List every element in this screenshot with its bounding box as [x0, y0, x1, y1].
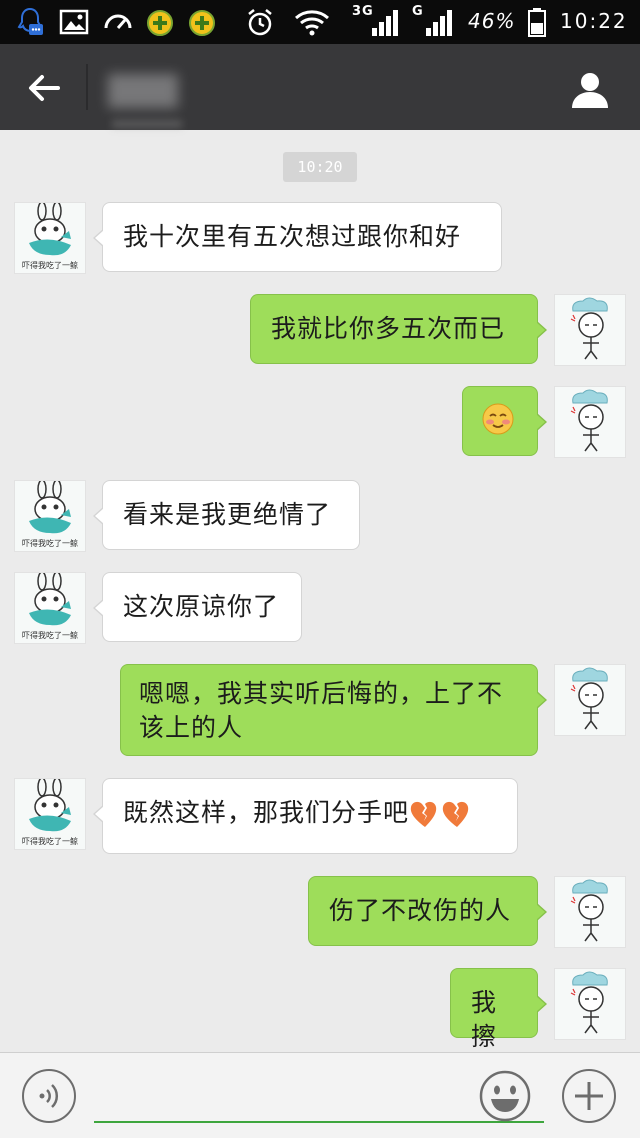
title-bar	[0, 44, 640, 130]
broken-heart-icon	[410, 801, 437, 827]
my-avatar[interactable]	[554, 294, 626, 366]
app-plus-icon-2	[189, 10, 215, 36]
contact-avatar[interactable]: 吓得我吃了一鲸	[14, 201, 86, 274]
message-bubble-incoming[interactable]: 我十次里有五次想过跟你和好	[93, 202, 502, 272]
my-avatar[interactable]	[554, 876, 626, 948]
message-text: 既然这样，那我们分手吧	[123, 798, 410, 827]
message-bubble-incoming[interactable]: 既然这样，那我们分手吧	[93, 778, 518, 854]
broken-heart-icon	[442, 801, 469, 827]
doodle-avatar-icon	[570, 297, 608, 360]
message-bubble-incoming[interactable]: 看来是我更绝情了	[93, 480, 360, 550]
title-underline-blurred	[112, 120, 182, 128]
signal-icon-1	[372, 10, 398, 36]
message-bubble-outgoing[interactable]: 嗯嗯，我其实听后悔的，上了不该上的人	[120, 664, 547, 756]
wifi-icon	[295, 10, 329, 36]
doodle-avatar-icon	[570, 971, 608, 1034]
message-bubble-outgoing-emoji[interactable]	[462, 386, 547, 456]
doodle-avatar-icon	[570, 879, 608, 942]
avatar-caption: 吓得我吃了一鲸	[22, 631, 78, 640]
contact-avatar[interactable]: 吓得我吃了一鲸	[14, 479, 86, 552]
voice-icon	[39, 1084, 59, 1108]
smile-blush-emoji-icon	[482, 403, 514, 435]
input-underline	[94, 1121, 544, 1123]
gallery-icon	[59, 9, 89, 35]
message-input[interactable]	[94, 1067, 544, 1123]
doodle-avatar-icon	[570, 667, 608, 730]
speedometer-icon	[104, 14, 132, 29]
alarm-icon	[248, 9, 272, 36]
contact-avatar[interactable]: 吓得我吃了一鲸	[14, 777, 86, 850]
message-bubble-outgoing[interactable]: 我就比你多五次而已	[250, 294, 547, 364]
emoji-button[interactable]	[478, 1069, 532, 1123]
status-bar: 3G G 46% 10:22	[0, 0, 640, 44]
clock: 10:22	[560, 9, 628, 33]
avatar-caption: 吓得我吃了一鲸	[22, 837, 78, 846]
message-bubble-outgoing[interactable]: 伤了不改伤的人	[308, 876, 547, 946]
chat-area[interactable]: 10:20 吓得我吃了一鲸 我十次里有五次想过跟你和好 我就比你多五次而已 吓得…	[0, 130, 640, 1052]
title-divider	[86, 64, 88, 110]
signal-icon-2	[426, 10, 452, 36]
app-plus-icon-1	[147, 10, 173, 36]
emoji-icon	[479, 1070, 531, 1122]
contact-avatar[interactable]: 吓得我吃了一鲸	[14, 571, 86, 644]
network-g-label: G	[412, 4, 424, 19]
input-bar	[0, 1052, 640, 1138]
battery-icon	[528, 8, 546, 37]
plus-button[interactable]	[562, 1069, 616, 1123]
battery-percent: 46%	[468, 9, 516, 33]
my-avatar[interactable]	[554, 386, 626, 458]
avatar-caption: 吓得我吃了一鲸	[22, 261, 78, 270]
message-timestamp: 10:20	[283, 152, 357, 182]
person-icon[interactable]	[568, 68, 612, 112]
contact-name-blurred	[108, 74, 178, 108]
arrow-left-icon[interactable]	[24, 68, 64, 108]
doodle-avatar-icon	[570, 389, 608, 452]
my-avatar[interactable]	[554, 968, 626, 1040]
my-avatar[interactable]	[554, 664, 626, 736]
message-bubble-outgoing[interactable]: 我擦	[450, 968, 547, 1051]
voice-button[interactable]	[22, 1069, 76, 1123]
avatar-caption: 吓得我吃了一鲸	[22, 539, 78, 548]
message-bubble-incoming[interactable]: 这次原谅你了	[93, 572, 302, 642]
plus-icon	[575, 1082, 603, 1110]
qq-icon	[17, 7, 43, 35]
